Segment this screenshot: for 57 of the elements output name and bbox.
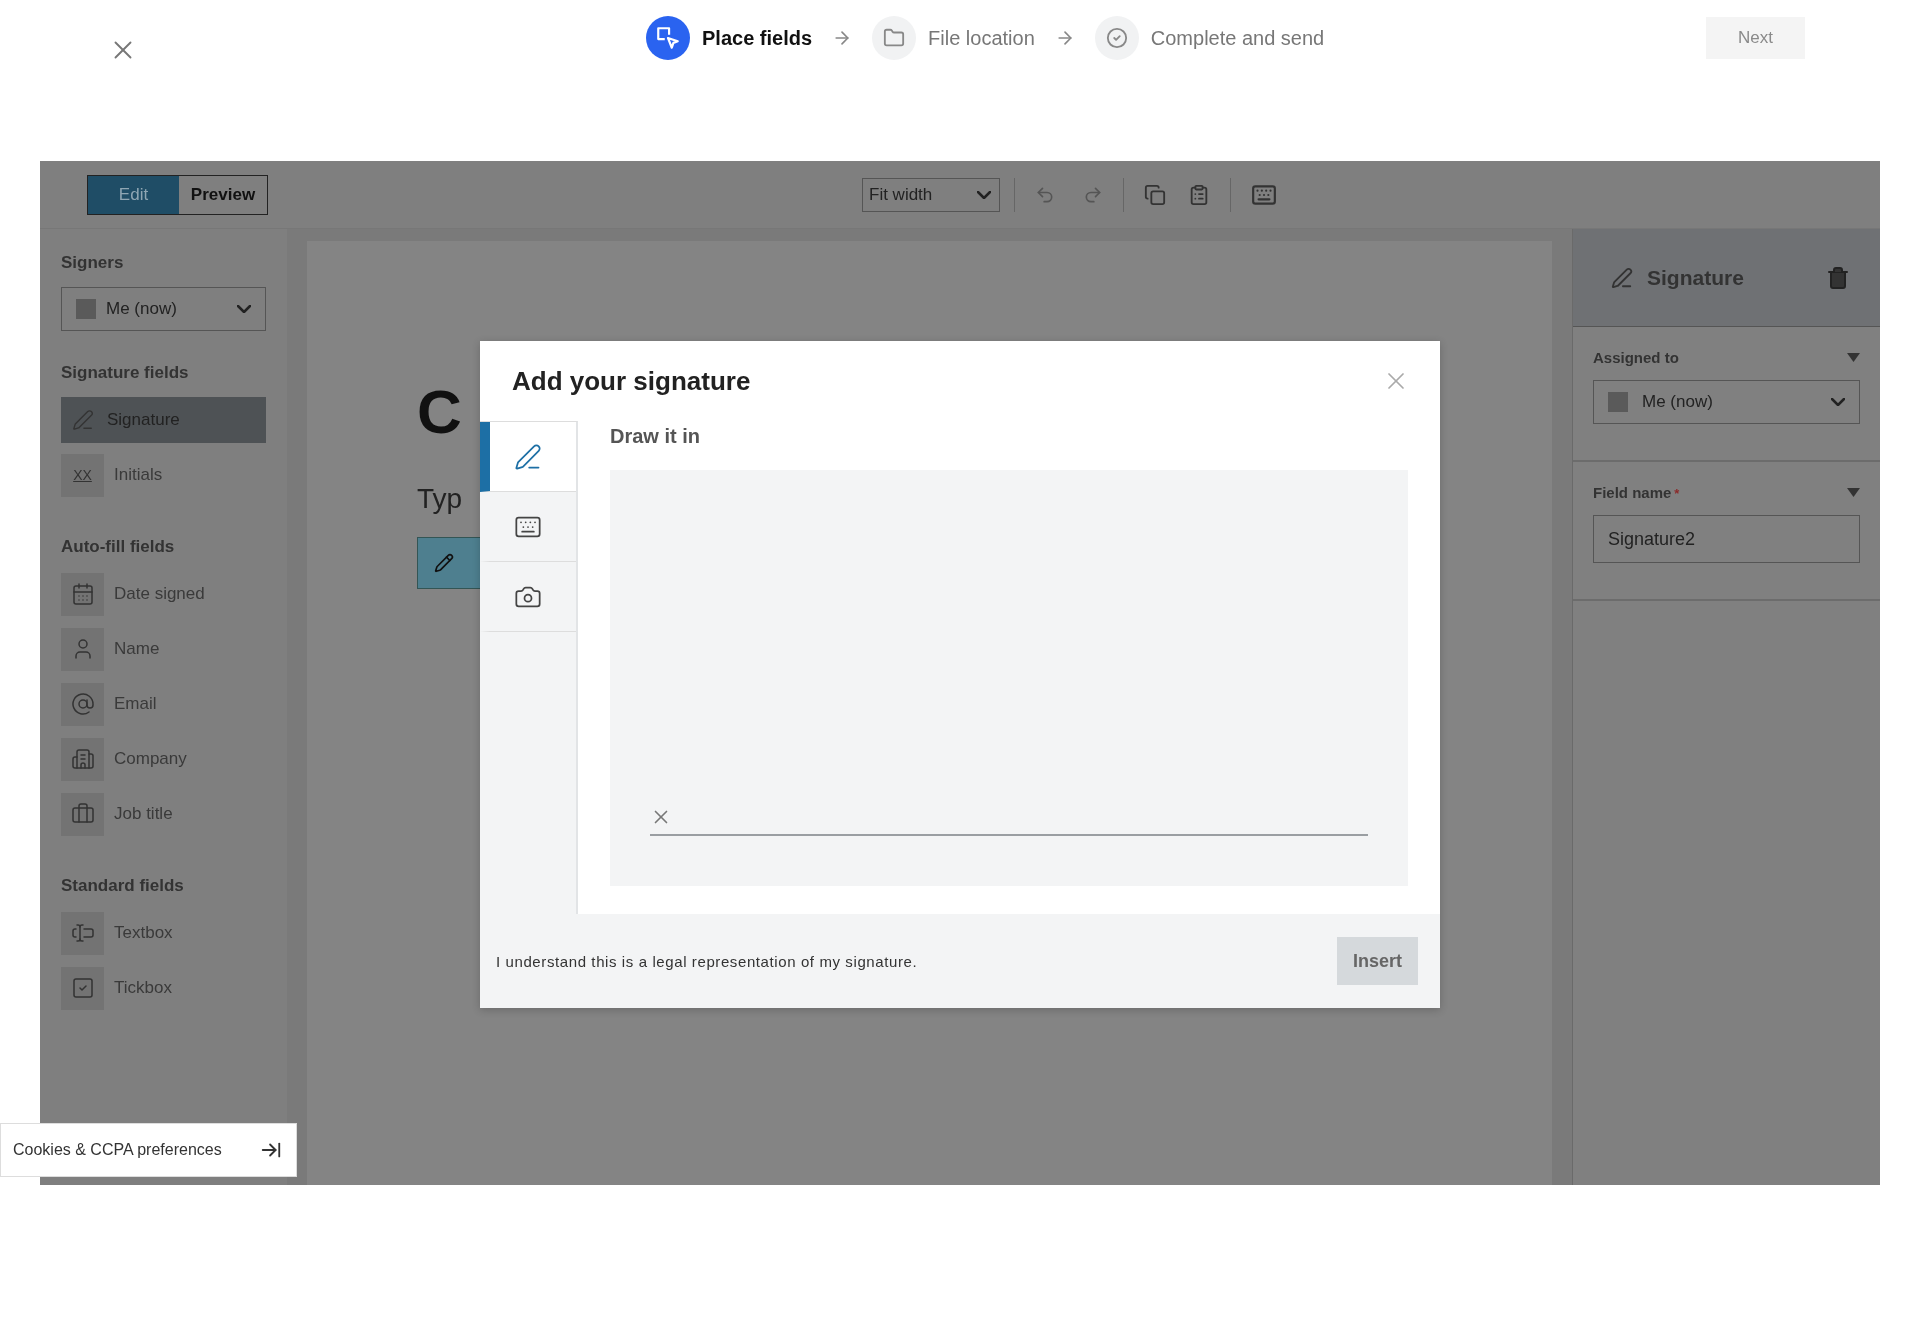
initials-icon: XX (61, 453, 104, 497)
signer-swatch (1608, 392, 1628, 412)
consent-text: I understand this is a legal representation of my signature. (496, 952, 918, 970)
document-heading: C (417, 381, 462, 443)
signer-swatch (76, 299, 96, 319)
folder-icon (883, 27, 906, 49)
zoom-select[interactable]: Fit width (862, 177, 1000, 212)
field-item[interactable]: Tickbox (61, 965, 266, 1011)
building-icon (70, 747, 95, 771)
section-title: Standard fields (61, 876, 185, 896)
field-item[interactable]: Email (61, 681, 266, 727)
field-item[interactable]: Date signed (61, 571, 266, 617)
pen-icon (434, 553, 454, 573)
field-item[interactable]: Name (61, 626, 266, 672)
section-title: Draw it in (610, 425, 701, 448)
section-title: Signature fields (61, 363, 190, 383)
text-cursor-icon (70, 921, 95, 945)
step-label[interactable]: File location (928, 26, 1035, 50)
field-item[interactable]: Job title (61, 791, 266, 837)
dialog-title: Add your signature (512, 365, 751, 397)
properties-title: Signature (1647, 265, 1745, 290)
signature-method-tab[interactable] (480, 422, 576, 492)
chevron-down-icon (1831, 398, 1845, 406)
field-name-input[interactable]: Signature2 (1593, 515, 1860, 563)
checkbox-icon (70, 976, 95, 1000)
cursor-square-icon (655, 25, 681, 51)
chevron-down-icon (237, 305, 251, 313)
field-label: Field name * (1593, 484, 1680, 501)
caret-icon[interactable] (1847, 488, 1860, 497)
field-item[interactable]: XX Initials (61, 452, 266, 498)
briefcase-icon (70, 802, 95, 826)
field-item[interactable]: Textbox (61, 910, 266, 956)
copy-icon (1144, 183, 1166, 206)
document-text: Typ (417, 483, 463, 515)
check-circle-icon (1105, 27, 1128, 49)
section-title: Signers (61, 253, 125, 273)
pen-icon (72, 409, 94, 431)
view-mode-tab[interactable]: Edit (88, 175, 179, 214)
signer-select[interactable]: Me (now) (61, 287, 266, 331)
clipboard-icon (1188, 183, 1210, 206)
at-sign-icon (70, 692, 95, 716)
undo-icon (1035, 184, 1055, 205)
assignee-select[interactable]: Me (now) (1593, 380, 1860, 424)
section-title: Auto-fill fields (61, 537, 176, 557)
redo-icon (1083, 184, 1103, 205)
cookie-preferences-button[interactable]: Cookies & CCPA preferences (0, 1123, 297, 1177)
trash-icon[interactable] (1826, 265, 1850, 290)
pen-icon (1611, 266, 1633, 289)
caret-icon[interactable] (1847, 353, 1860, 362)
calendar-icon (70, 582, 95, 606)
pen-icon (514, 442, 542, 471)
chevron-down-icon (977, 190, 991, 199)
field-item[interactable]: Company (61, 736, 266, 782)
field-label: Assigned to (1593, 349, 1679, 366)
step-label[interactable]: Complete and send (1150, 26, 1325, 50)
step-label[interactable]: Place fields (702, 26, 813, 50)
required-mark: * (1674, 486, 1680, 501)
